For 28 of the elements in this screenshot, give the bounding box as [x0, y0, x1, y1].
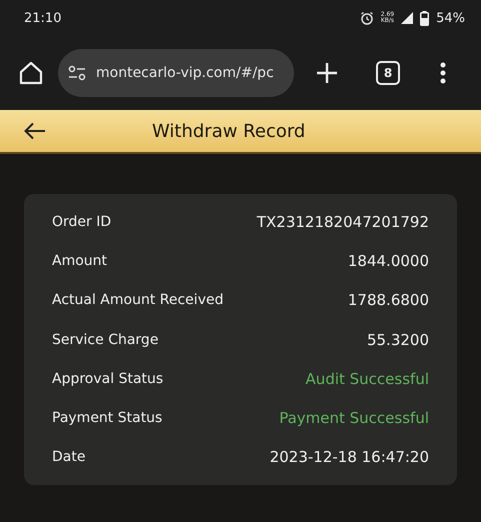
field-label: Actual Amount Received: [52, 292, 224, 308]
battery-percent: 54%: [436, 10, 465, 26]
signal-icon: [401, 12, 414, 24]
menu-icon[interactable]: [440, 62, 446, 84]
field-label: Service Charge: [52, 332, 158, 348]
field-value: 2023-12-18 16:47:20: [270, 448, 429, 466]
field-label: Order ID: [52, 214, 112, 230]
field-label: Amount: [52, 252, 108, 269]
status-value: Audit Successful: [306, 370, 429, 388]
battery-icon: [420, 10, 430, 26]
field-value: TX2312182047201792: [256, 212, 429, 231]
field-value: 55.3200: [366, 330, 429, 349]
home-icon[interactable]: [18, 60, 44, 86]
field-value: 1788.6800: [348, 291, 429, 310]
field-label: Payment Status: [52, 410, 162, 426]
tab-count-button[interactable]: 8: [376, 61, 400, 85]
back-arrow-icon[interactable]: [24, 122, 46, 140]
field-label: Approval Status: [52, 370, 164, 387]
field-value: 1844.0000: [348, 252, 429, 270]
status-time: 21:10: [24, 10, 62, 26]
plus-icon[interactable]: [316, 62, 338, 84]
page-title: Withdraw Record: [152, 120, 306, 142]
status-value: Payment Successful: [279, 409, 429, 428]
address-bar[interactable]: montecarlo-vip.com/#/pc: [58, 49, 294, 97]
site-settings-icon[interactable]: [68, 65, 86, 81]
url-text: montecarlo-vip.com/#/pc: [96, 65, 274, 81]
alarm-clock-icon: [360, 11, 374, 25]
field-label: Date: [52, 449, 86, 466]
